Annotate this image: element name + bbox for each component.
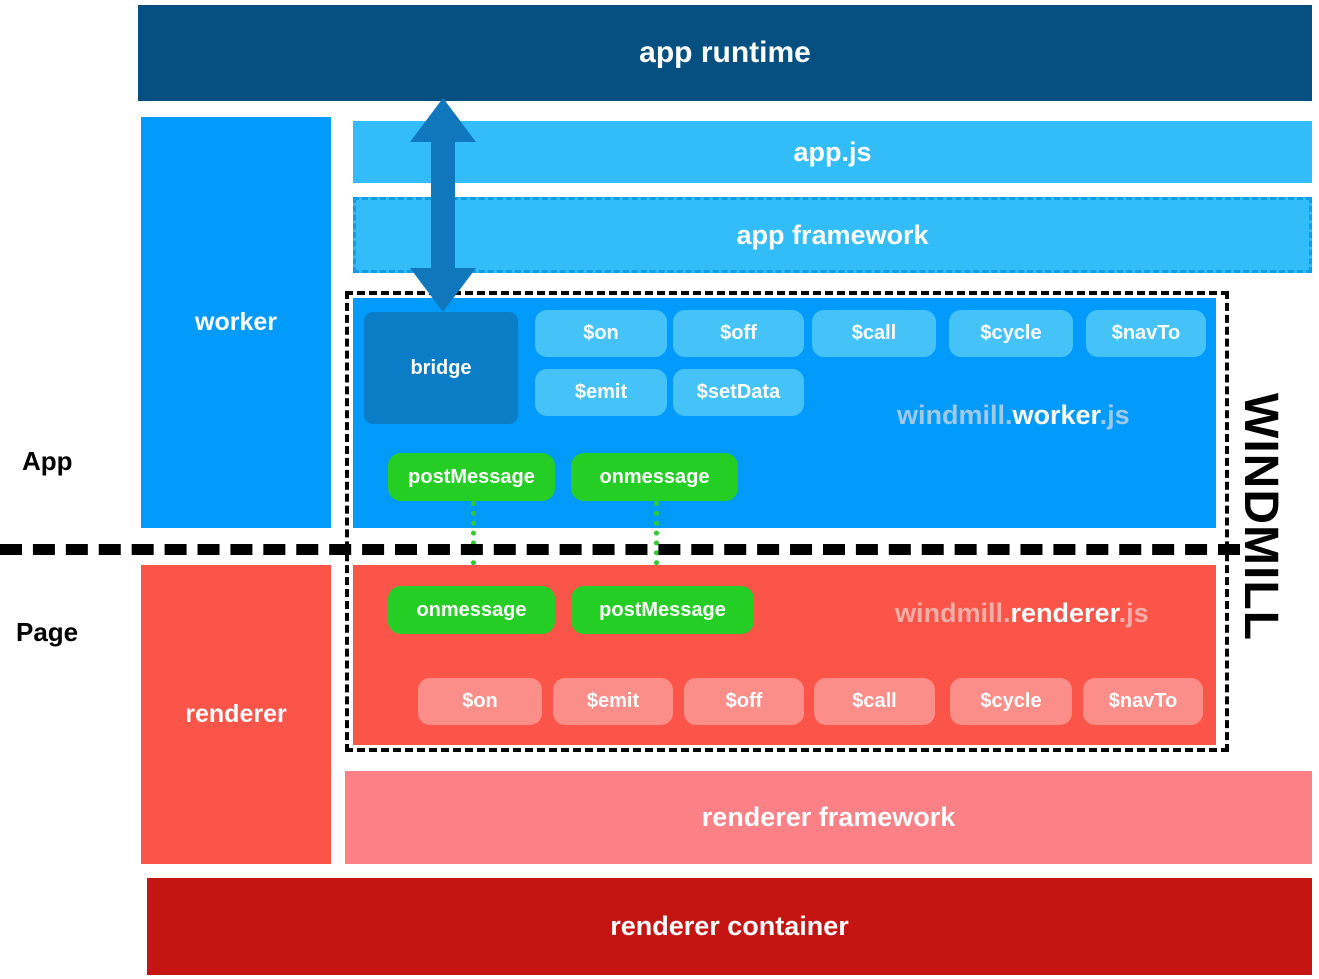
windmill-brand-label: WINDMILL: [1234, 393, 1288, 641]
worker-column-label: worker: [195, 308, 277, 336]
renderer-api-pill-cycle[interactable]: $cycle: [950, 678, 1072, 725]
pill-label: postMessage: [599, 598, 726, 621]
side-label-app: App: [22, 446, 73, 476]
renderer-column-block: renderer: [141, 565, 331, 864]
windmill-renderer-js-label: windmill.renderer.js: [895, 598, 1149, 629]
pill-label: postMessage: [408, 465, 535, 488]
renderer-container-label: renderer container: [610, 911, 849, 941]
renderer-framework-label: renderer framework: [701, 802, 956, 832]
file-strong: worker: [1012, 400, 1100, 430]
app-js-block: app.js: [353, 121, 1312, 183]
pill-label: $on: [462, 690, 498, 712]
side-label-page: Page: [16, 617, 79, 647]
worker-api-pill-setdata[interactable]: $setData: [673, 369, 804, 416]
renderer-api-pill-on[interactable]: $on: [418, 678, 542, 725]
pill-label: $on: [583, 322, 619, 344]
renderer-postmessage-pill[interactable]: postMessage: [571, 586, 754, 634]
pill-label: $emit: [586, 690, 640, 712]
worker-api-pill-cycle[interactable]: $cycle: [949, 310, 1073, 357]
pill-label: $navTo: [1108, 690, 1178, 712]
bridge-label: bridge: [410, 356, 472, 379]
worker-api-pill-call[interactable]: $call: [812, 310, 936, 357]
worker-api-pill-navto[interactable]: $navTo: [1086, 310, 1206, 357]
pill-label: onmessage: [416, 598, 527, 621]
file-strong: renderer: [1010, 598, 1119, 628]
app-framework-label: app framework: [736, 219, 929, 250]
app-runtime-block: app runtime: [138, 5, 1312, 101]
app-page-divider: [0, 544, 1240, 555]
architecture-diagram: app runtime worker app.js app framework …: [0, 0, 1319, 979]
bidirectional-arrow-icon: [410, 98, 476, 312]
renderer-framework-block: renderer framework: [345, 771, 1312, 864]
file-prefix: windmill.: [895, 598, 1011, 628]
pill-label: onmessage: [599, 465, 710, 488]
pill-label: $cycle: [980, 322, 1042, 344]
pill-label: $off: [720, 322, 757, 344]
worker-api-pill-emit[interactable]: $emit: [535, 369, 667, 416]
worker-onmessage-pill[interactable]: onmessage: [571, 453, 738, 501]
pill-label: $call: [852, 690, 897, 712]
worker-api-pill-off[interactable]: $off: [673, 310, 804, 357]
bridge-block: bridge: [364, 312, 518, 424]
app-runtime-label: app runtime: [639, 36, 811, 69]
pill-label: $emit: [574, 381, 628, 403]
worker-api-pill-on[interactable]: $on: [535, 310, 667, 357]
windmill-worker-js-label: windmill.worker.js: [897, 400, 1130, 431]
app-js-label: app.js: [793, 136, 872, 167]
app-framework-block: app framework: [353, 197, 1312, 273]
pill-label: $off: [725, 690, 763, 712]
renderer-api-pill-off[interactable]: $off: [684, 678, 804, 725]
file-suffix: .js: [1099, 400, 1130, 430]
pill-label: $setData: [696, 381, 781, 403]
pill-label: $navTo: [1111, 322, 1181, 344]
renderer-api-pill-navto[interactable]: $navTo: [1083, 678, 1203, 725]
renderer-onmessage-pill[interactable]: onmessage: [388, 586, 555, 634]
worker-postmessage-pill[interactable]: postMessage: [388, 453, 555, 501]
pill-label: $cycle: [980, 690, 1042, 712]
renderer-api-pill-emit[interactable]: $emit: [553, 678, 673, 725]
file-prefix: windmill.: [897, 400, 1013, 430]
renderer-column-label: renderer: [185, 700, 287, 728]
renderer-container-block: renderer container: [147, 878, 1312, 975]
file-suffix: .js: [1118, 598, 1149, 628]
worker-column-block: worker: [141, 117, 331, 528]
pill-label: $call: [851, 322, 897, 344]
renderer-api-pill-call[interactable]: $call: [814, 678, 935, 725]
